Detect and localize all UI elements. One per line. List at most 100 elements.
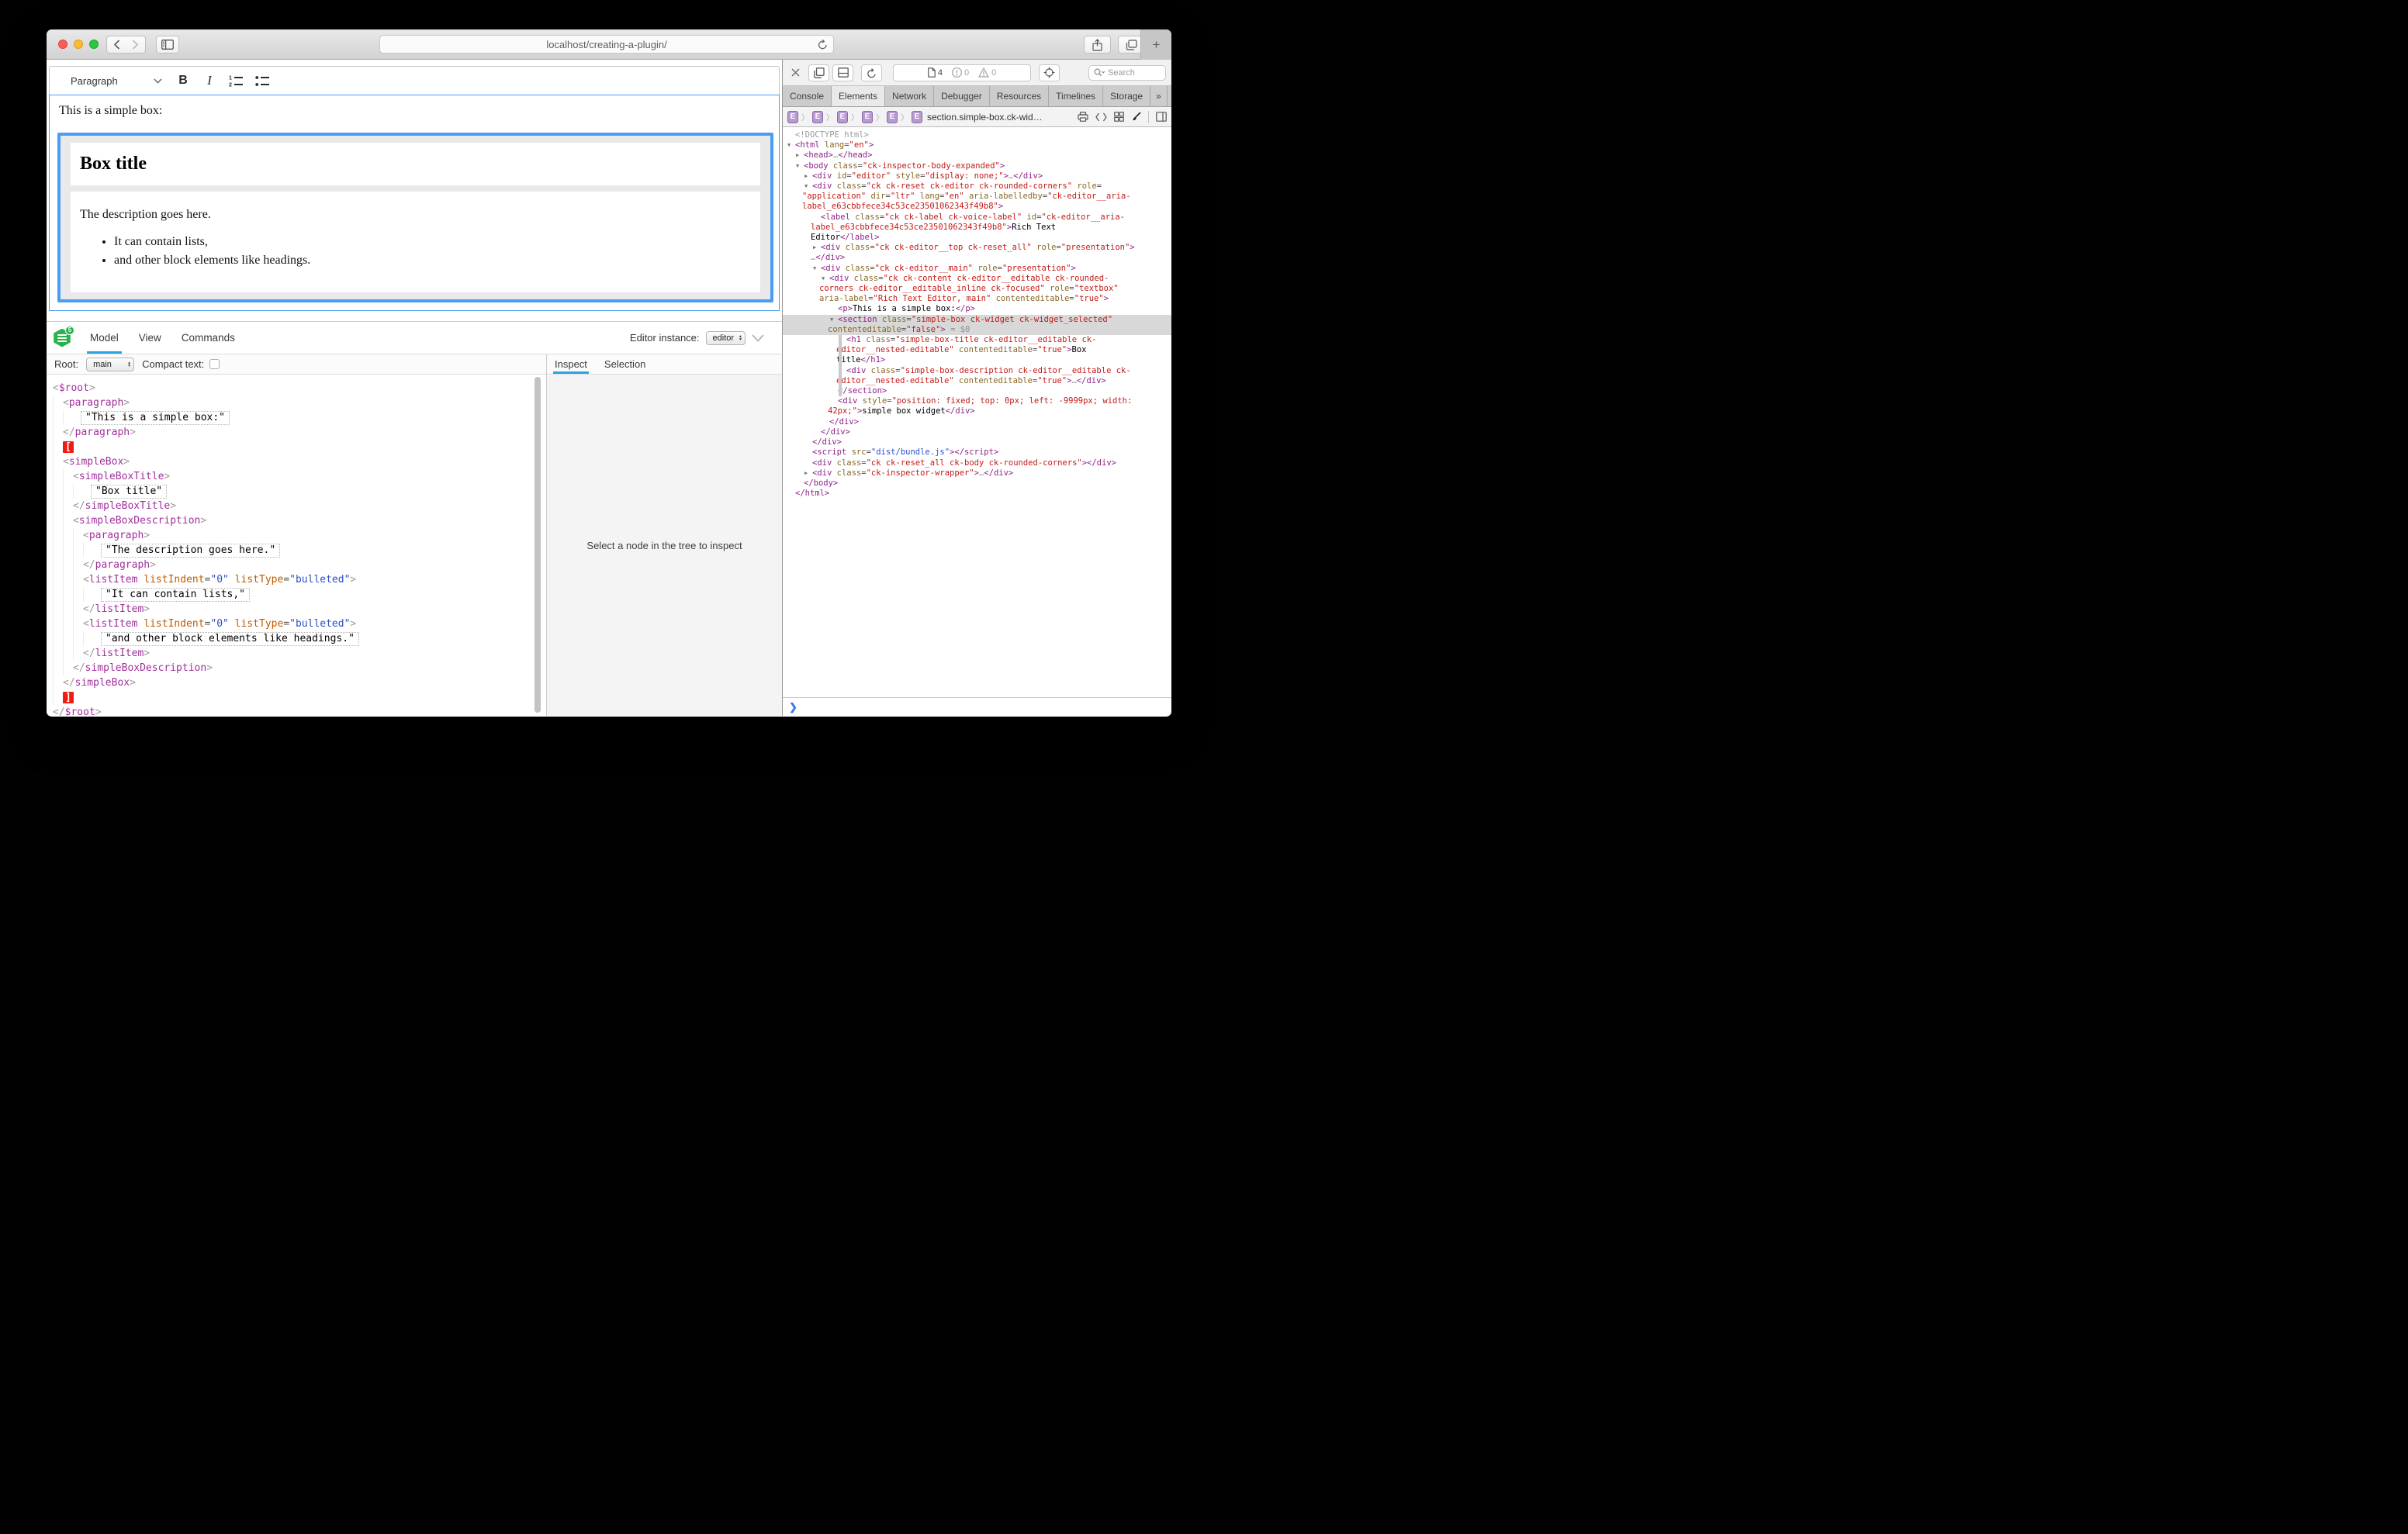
dom-tree-row[interactable]: </section> [783, 386, 1171, 396]
dom-tree-row[interactable]: ▼<html lang="en"> [783, 140, 1171, 150]
devtools-tab-storage[interactable]: Storage [1103, 86, 1150, 106]
dom-tree-row[interactable]: aria-label="Rich Text Editor, main" cont… [783, 294, 1171, 304]
box-list-item[interactable]: It can contain lists, [114, 234, 751, 249]
simple-box-widget[interactable]: Box title The description goes here. It … [57, 133, 773, 302]
breadcrumb-element-badge[interactable]: E [862, 111, 873, 123]
devtools-add-tab-button[interactable]: + [1168, 86, 1171, 106]
dom-tree-row[interactable]: label_e63cbbfece34c53ce23501062343f49b8"… [783, 223, 1171, 233]
devtools-tab-overflow-button[interactable]: » [1150, 86, 1168, 106]
bulleted-list-button[interactable] [251, 69, 274, 92]
dom-tree-row[interactable]: editor__nested-editable" contenteditable… [783, 376, 1171, 386]
paintbrush-icon[interactable] [1131, 112, 1141, 122]
dom-tree-row[interactable]: ▶<div id="editor" style="display: none;"… [783, 171, 1171, 181]
model-tree-row[interactable]: </listItem> [53, 646, 546, 661]
model-tree-row[interactable]: <paragraph> [53, 528, 546, 543]
model-tree-row[interactable]: </paragraph> [53, 425, 546, 440]
dom-tree-row[interactable]: <script src="dist/bundle.js"></script> [783, 447, 1171, 458]
share-button[interactable] [1084, 36, 1111, 54]
model-tree-row[interactable]: "Box title" [53, 484, 546, 499]
model-tree-row[interactable]: "This is a simple box:" [53, 410, 546, 425]
devtools-tab-elements[interactable]: Elements [832, 86, 885, 106]
console-quick-input[interactable]: ❯ [783, 697, 1171, 716]
dom-tree-row[interactable]: ▶<div class="ck-inspector-wrapper">…</di… [783, 468, 1171, 479]
devtools-tab-console[interactable]: Console [783, 86, 832, 106]
breadcrumb-element-badge[interactable]: E [787, 111, 798, 123]
dom-tree-row[interactable]: ▼<div class="ck ck-editor__main" role="p… [783, 264, 1171, 274]
resource-stats-group[interactable]: 4 0 0 [893, 64, 1031, 81]
model-tree-row[interactable]: </$root> [53, 705, 546, 716]
dom-tree-row[interactable]: ▼<div class="ck ck-content ck-editor__ed… [783, 274, 1171, 284]
model-tree-row[interactable]: <simpleBoxTitle> [53, 469, 546, 484]
box-description-paragraph[interactable]: The description goes here. [80, 208, 751, 222]
editor-instance-select[interactable]: editor ▲▼ [706, 331, 746, 345]
dom-tree-row[interactable]: <div style="position: fixed; top: 0px; l… [783, 396, 1171, 406]
window-close-button[interactable] [58, 40, 67, 49]
dom-tree-row[interactable]: ▼<body class="ck-inspector-body-expanded… [783, 161, 1171, 171]
bold-button[interactable]: B [171, 69, 195, 92]
inspector-tab-view[interactable]: View [139, 322, 161, 354]
model-tree-row[interactable]: <$root> [53, 381, 546, 396]
url-bar[interactable]: localhost/creating-a-plugin/ [379, 35, 834, 54]
dom-tree-row[interactable]: </div> [783, 427, 1171, 437]
dom-tree-row[interactable]: …</div> [783, 253, 1171, 263]
details-sidebar-toggle-icon[interactable] [1156, 112, 1167, 122]
dom-tree-row[interactable]: Editor</label> [783, 233, 1171, 243]
dom-tree-row[interactable]: "application" dir="ltr" lang="en" aria-l… [783, 192, 1171, 202]
dom-tree-row[interactable]: <label class="ck ck-label ck-voice-label… [783, 212, 1171, 223]
simple-box-description-area[interactable]: The description goes here. It can contai… [71, 192, 760, 292]
model-tree-row[interactable]: "The description goes here." [53, 543, 546, 558]
inspect-tab-selection[interactable]: Selection [604, 354, 645, 374]
dom-tree-row[interactable]: editor__nested-editable" contenteditable… [783, 345, 1171, 355]
heading-dropdown[interactable]: Paragraph [71, 67, 171, 95]
dom-tree-row[interactable]: ▼<div class="ck ck-reset ck-editor ck-ro… [783, 181, 1171, 192]
devtools-tab-timelines[interactable]: Timelines [1049, 86, 1103, 106]
breadcrumb-element-badge[interactable]: E [837, 111, 848, 123]
dom-tree-row[interactable]: label_e63cbbfece34c53ce23501062343f49b8"… [783, 202, 1171, 212]
model-tree-row[interactable]: <listItem listIndent="0" listType="bulle… [53, 572, 546, 587]
dom-tree-row[interactable]: ▶<head>…</head> [783, 150, 1171, 161]
model-tree-row[interactable]: </simpleBox> [53, 675, 546, 690]
dom-tree-row[interactable]: <h1 class="simple-box-title ck-editor__e… [783, 335, 1171, 345]
dom-tree-row[interactable]: </div> [783, 417, 1171, 427]
dom-tree-row[interactable]: <!DOCTYPE html> [783, 130, 1171, 140]
simple-box-title-area[interactable]: Box title [71, 143, 760, 185]
devtools-reload-button[interactable] [861, 64, 882, 81]
editor-paragraph[interactable]: This is a simple box: [59, 104, 162, 118]
print-icon[interactable] [1078, 112, 1088, 122]
window-zoom-button[interactable] [89, 40, 99, 49]
dom-tree-row[interactable]: </div> [783, 437, 1171, 447]
model-tree-scrollbar[interactable] [535, 377, 541, 713]
model-tree-row[interactable]: </simpleBoxTitle> [53, 499, 546, 513]
model-tree-row[interactable]: <simpleBox> [53, 454, 546, 469]
inspect-tab-inspect[interactable]: Inspect [555, 354, 587, 374]
show-source-icon[interactable] [1095, 112, 1107, 122]
dom-tree-row[interactable]: corners ck-editor__editable_inline ck-fo… [783, 284, 1171, 294]
model-tree-row[interactable]: <paragraph> [53, 396, 546, 410]
italic-button[interactable]: I [198, 69, 221, 92]
model-tree-row[interactable]: </paragraph> [53, 558, 546, 572]
numbered-list-button[interactable]: 12 [224, 69, 247, 92]
model-tree-row[interactable]: <listItem listIndent="0" listType="bulle… [53, 617, 546, 631]
element-picker-button[interactable] [1039, 64, 1060, 81]
breadcrumb-element-badge[interactable]: E [912, 111, 922, 123]
model-tree-row[interactable]: <simpleBoxDescription> [53, 513, 546, 528]
inspector-tab-commands[interactable]: Commands [182, 322, 235, 354]
model-tree-row[interactable]: "It can contain lists," [53, 587, 546, 602]
box-title-heading[interactable]: Box title [80, 154, 147, 174]
dom-tree-row[interactable]: </body> [783, 479, 1171, 489]
dom-tree-row[interactable]: title</h1> [783, 355, 1171, 365]
dom-tree-row[interactable]: ▼<section class="simple-box ck-widget ck… [783, 315, 1171, 325]
back-button[interactable] [106, 36, 126, 54]
dom-tree-row[interactable]: <p>This is a simple box:</p> [783, 304, 1171, 314]
layout-grid-icon[interactable] [1114, 112, 1124, 122]
reload-button[interactable] [818, 39, 828, 50]
box-list-item[interactable]: and other block elements like headings. [114, 253, 751, 268]
dom-tree-row[interactable]: 42px;">simple box widget</div> [783, 406, 1171, 416]
dom-tree-row[interactable]: ▶<div class="simple-box-description ck-e… [783, 366, 1171, 376]
dock-bottom-button[interactable] [832, 64, 853, 81]
devtools-close-button[interactable] [788, 68, 802, 77]
model-tree-row[interactable]: "and other block elements like headings.… [53, 631, 546, 646]
detach-button[interactable] [808, 64, 829, 81]
model-tree-row[interactable]: </listItem> [53, 602, 546, 617]
breadcrumb-element-badge[interactable]: E [812, 111, 823, 123]
